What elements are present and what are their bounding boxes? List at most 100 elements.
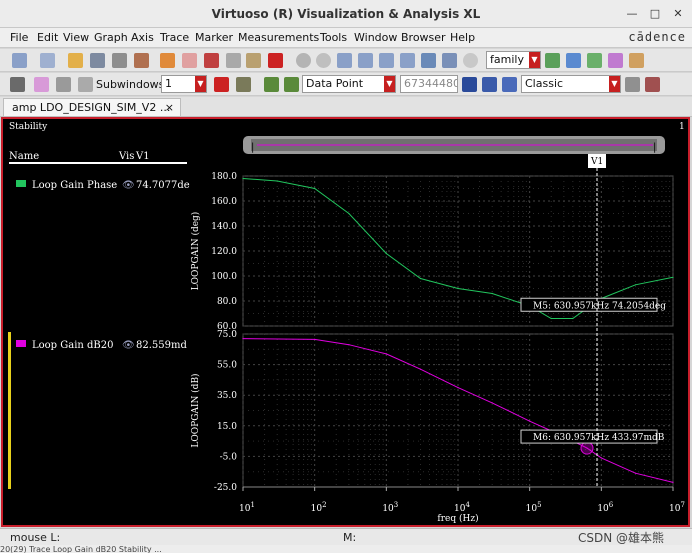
data-point	[385, 252, 387, 255]
status-bar: mouse L: M: CSDN @雄本熊	[0, 528, 692, 545]
zoom-x-icon[interactable]	[379, 53, 394, 68]
legend-db20-value: 82.559md	[136, 340, 187, 351]
menu-bar: File Edit View Graph Axis Trace Marker M…	[0, 28, 692, 48]
x-tick-label: 103	[382, 501, 398, 514]
legend-trace-db20[interactable]: Loop Gain dB20	[32, 340, 114, 351]
x-axis-label: freq (Hz)	[437, 513, 478, 524]
settings-icon[interactable]	[645, 77, 660, 92]
print-icon[interactable]	[112, 53, 127, 68]
marker-mode-combo[interactable]: Data Point ▼	[302, 75, 396, 93]
undo-icon[interactable]	[160, 53, 175, 68]
browser-icon[interactable]	[502, 77, 517, 92]
status-mouse: mouse L:	[10, 531, 61, 544]
menu-marker[interactable]: Marker	[195, 31, 233, 44]
x-tick-exponent: 1	[250, 501, 254, 509]
pointer-icon[interactable]	[10, 77, 25, 92]
menu-view[interactable]: View	[63, 31, 89, 44]
chevron-down-icon: ▼	[529, 52, 540, 68]
v1-label: V1	[590, 157, 603, 167]
menu-window[interactable]: Window	[354, 31, 397, 44]
zoom-y-icon[interactable]	[400, 53, 415, 68]
arrow-left-icon[interactable]	[264, 77, 279, 92]
strips-icon[interactable]	[56, 77, 71, 92]
window-title: Virtuoso (R) Visualization & Analysis XL	[211, 7, 481, 21]
window-layout-icon[interactable]	[625, 77, 640, 92]
redo-icon[interactable]	[182, 53, 197, 68]
zoom-box-icon[interactable]	[442, 53, 457, 68]
menu-help[interactable]: Help	[450, 31, 475, 44]
data-point	[419, 368, 422, 370]
trace-chart-icon[interactable]	[545, 53, 560, 68]
family-combo[interactable]: family ▼	[486, 51, 541, 69]
panel-title: Stability	[9, 122, 48, 132]
open-folder-icon[interactable]	[68, 53, 83, 68]
eye-icon[interactable]: 👁	[122, 340, 135, 351]
zoom-in-icon[interactable]	[337, 53, 352, 68]
menu-axis[interactable]: Axis	[131, 31, 154, 44]
trace-legend: Name Vis V1 Loop Gain Phase 👁 74.7077de …	[8, 151, 190, 489]
menu-edit[interactable]: Edit	[37, 31, 58, 44]
zoom-circle-2-icon[interactable]	[316, 53, 331, 68]
menu-file[interactable]: File	[10, 31, 28, 44]
x-zoom-scrollbar[interactable]: | |	[243, 136, 665, 154]
close-window-button[interactable]: ✕	[670, 6, 686, 22]
y-tick-label: -25.0	[214, 483, 237, 493]
scrollbar-right-handle[interactable]: |	[653, 142, 656, 153]
y-tick-label: 55.0	[217, 361, 237, 371]
delete-icon[interactable]	[268, 53, 283, 68]
menu-browser[interactable]: Browser	[401, 31, 446, 44]
flag-icon[interactable]	[214, 77, 229, 92]
copy-icon[interactable]	[226, 53, 241, 68]
legend-trace-phase[interactable]: Loop Gain Phase	[32, 180, 117, 191]
style-combo[interactable]: Classic ▼	[521, 75, 621, 93]
legend-phase-value: 74.7077de	[136, 180, 190, 191]
paste-icon[interactable]	[246, 53, 261, 68]
data-point	[242, 338, 244, 340]
data-point	[419, 277, 422, 280]
minimize-button[interactable]: —	[624, 6, 640, 22]
chevron-down-icon: ▼	[609, 76, 620, 92]
zoom-out-icon[interactable]	[358, 53, 373, 68]
zoom-fit-icon[interactable]	[421, 53, 436, 68]
menu-tools[interactable]: Tools	[320, 31, 347, 44]
polar-chart-icon[interactable]	[629, 53, 644, 68]
menu-graph[interactable]: Graph	[94, 31, 128, 44]
scrollbar-left-handle[interactable]: |	[251, 142, 254, 153]
readout-field[interactable]: 67344480k	[400, 75, 458, 93]
subwindows-combo[interactable]: 1 ▼	[161, 75, 207, 93]
menu-measurements[interactable]: Measurements	[238, 31, 319, 44]
save-icon[interactable]	[90, 53, 105, 68]
calculator-icon[interactable]	[462, 77, 477, 92]
layout-icon[interactable]	[40, 53, 55, 68]
camera-icon[interactable]	[134, 53, 149, 68]
table-icon[interactable]	[482, 77, 497, 92]
menu-trace[interactable]: Trace	[160, 31, 189, 44]
eye-icon[interactable]: 👁	[122, 180, 135, 191]
data-point	[457, 387, 459, 389]
arrow-right-icon[interactable]	[284, 77, 299, 92]
subwindows-label: Subwindows:	[96, 78, 169, 91]
maximize-button[interactable]: □	[647, 6, 663, 22]
x-tick-label: 106	[597, 501, 613, 514]
data-point	[491, 292, 493, 295]
marker-icon[interactable]	[34, 77, 49, 92]
data-point	[529, 420, 531, 422]
new-window-icon[interactable]	[12, 53, 27, 68]
subwindows-icon[interactable]	[78, 77, 93, 92]
graph-canvas: Stability 1 | | Name Vis V1 Loop Gain Ph…	[8, 122, 685, 524]
tab-amp-ldo[interactable]: amp LDO_DESIGN_SIM_V2 ... ×	[3, 98, 181, 116]
strip-chart-icon[interactable]	[566, 53, 581, 68]
data-point	[385, 353, 387, 355]
data-point	[276, 180, 278, 182]
composite-chart-icon[interactable]	[587, 53, 602, 68]
zoom-circle-icon[interactable]	[296, 53, 311, 68]
cut-icon[interactable]	[204, 53, 219, 68]
magnifier-icon[interactable]	[463, 53, 478, 68]
close-tab-icon[interactable]: ×	[165, 101, 174, 114]
data-point	[672, 481, 674, 483]
pin-icon[interactable]	[236, 77, 251, 92]
secondary-toolbar: Subwindows: 1▼ Data Point▼ 67344480k Cla…	[0, 73, 692, 96]
smith-chart-icon[interactable]	[608, 53, 623, 68]
y-tick-label: 35.0	[217, 391, 237, 401]
x-tick-label: 101	[239, 501, 255, 514]
